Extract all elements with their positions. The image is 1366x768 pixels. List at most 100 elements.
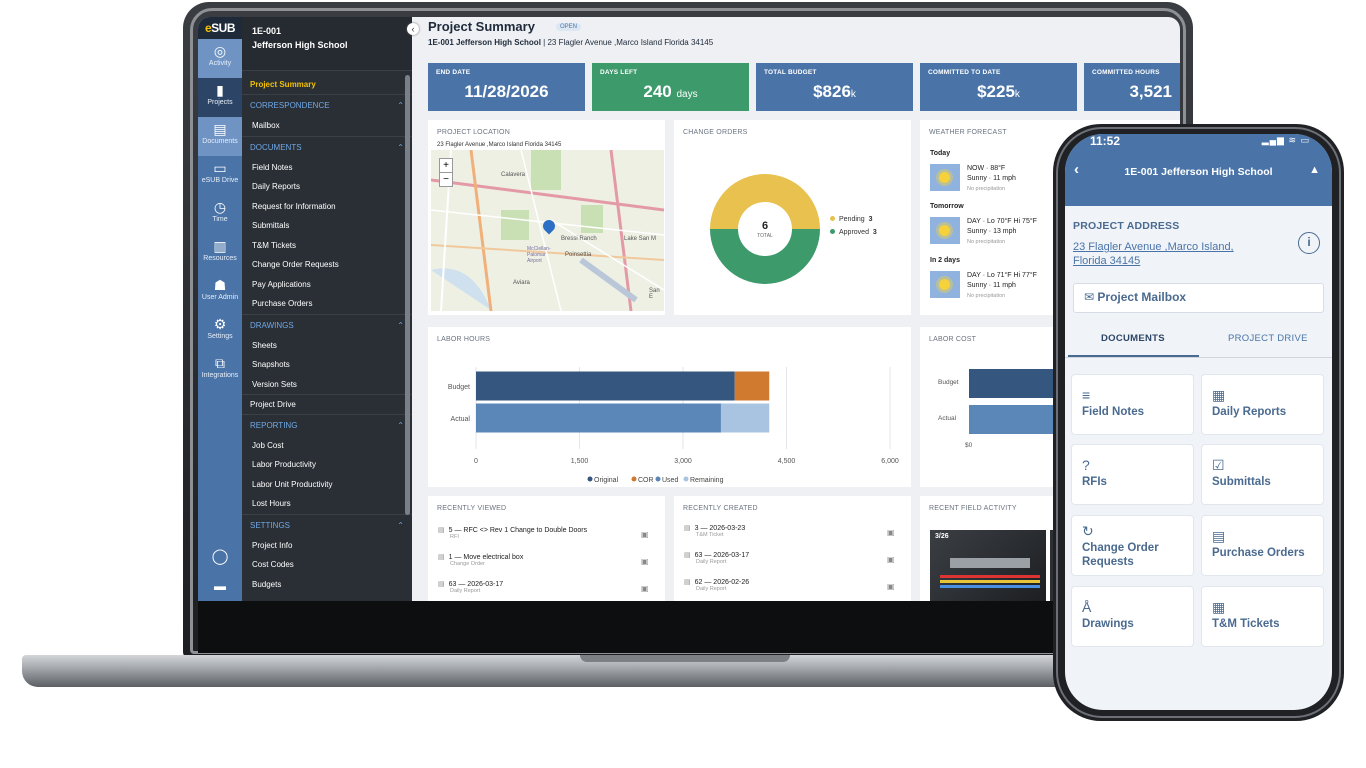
labor-hours-chart[interactable]: 0 1,500 3,000 4,500 6,000 Budget Actual Origina… — [428, 327, 911, 487]
field-photo[interactable]: 3/26 — [930, 530, 1046, 601]
nav-item-submittals[interactable]: Submittals — [242, 216, 412, 236]
bar-original[interactable] — [476, 371, 735, 401]
nav-item-project-summary[interactable]: Project Summary — [242, 71, 412, 94]
zoom-in-button[interactable]: + — [440, 159, 452, 172]
rail-esub-drive[interactable]: ▭ eSUB Drive — [198, 156, 242, 195]
nav-item-sheets[interactable]: Sheets — [242, 336, 412, 356]
collapse-nav-button[interactable]: ‹ — [407, 23, 419, 35]
open-icon[interactable]: ▣ — [887, 528, 895, 537]
nav-section-reporting[interactable]: REPORTING ⌃ — [242, 413, 412, 436]
nav-item-mailbox[interactable]: Mailbox — [242, 116, 412, 136]
project-location-card: PROJECT LOCATION 23 Flagler Avenue ,Marc… — [428, 120, 665, 315]
bar-remaining[interactable] — [720, 403, 770, 433]
bell-icon[interactable]: ▲ — [1309, 164, 1320, 176]
nav-item-purchase-orders[interactable]: Purchase Orders — [242, 294, 412, 314]
nav-section-settings[interactable]: SETTINGS ⌃ — [242, 513, 412, 536]
status-icons: ▂▄▆ ≋ ▭ — [1261, 135, 1310, 145]
nav-item-pay-applications[interactable]: Pay Applications — [242, 275, 412, 295]
rail-resources[interactable]: ▥ Resources — [198, 234, 242, 273]
sun-icon — [930, 217, 960, 244]
nav-item-lost-hours[interactable]: Lost Hours — [242, 494, 412, 514]
map-place-label: Aviara — [513, 280, 530, 286]
nav-item-job-cost[interactable]: Job Cost — [242, 436, 412, 456]
nav-section-correspondence[interactable]: CORRESPONDENCE ⌃ — [242, 94, 412, 116]
map[interactable]: + − Calavera Bressi Ranch Lake San M Poi… — [431, 150, 664, 311]
rail-activity[interactable]: ◎ Activity — [198, 39, 242, 78]
nav-section-documents[interactable]: DOCUMENTS ⌃ — [242, 135, 412, 158]
zoom-out-button[interactable]: − — [440, 172, 452, 186]
tile-field-notes[interactable]: ≡ Field Notes — [1071, 374, 1194, 435]
nav-item-labor-unit-productivity[interactable]: Labor Unit Productivity — [242, 475, 412, 495]
nav-item-version-sets[interactable]: Version Sets — [242, 375, 412, 395]
nav-item-tm-tickets[interactable]: T&M Tickets — [242, 236, 412, 256]
drawings-icon: Å — [1082, 599, 1092, 615]
nav-item-project-info[interactable]: Project Info — [242, 536, 412, 556]
nav-item-field-notes[interactable]: Field Notes — [242, 158, 412, 178]
list-item[interactable]: ▤ 1 — Move electrical box Change Order — [438, 553, 523, 567]
list-item[interactable]: ▤ 62 — 2026-02-26 Daily Report — [684, 578, 749, 592]
document-icon: ▤ — [684, 552, 691, 559]
x-tick-label: 6,000 — [881, 458, 899, 465]
map-place-label: McClellan-Palomar Airport — [527, 246, 551, 264]
tab-project-drive[interactable]: PROJECT DRIVE — [1228, 333, 1308, 344]
tile-daily-reports[interactable]: ▦ Daily Reports — [1201, 374, 1324, 435]
tab-documents[interactable]: DOCUMENTS — [1101, 333, 1165, 344]
open-icon[interactable]: ▣ — [641, 530, 649, 539]
project-name: Jefferson High School — [252, 40, 348, 50]
rail-time[interactable]: ◷ Time — [198, 195, 242, 234]
rail-integrations[interactable]: ⧉ Integrations — [198, 351, 242, 390]
open-icon[interactable]: ▣ — [641, 557, 649, 566]
nav-scrollbar[interactable] — [405, 75, 410, 515]
list-item[interactable]: ▤ 63 — 2026-03-17 Daily Report — [438, 580, 503, 594]
nav-item-snapshots[interactable]: Snapshots — [242, 355, 412, 375]
open-icon[interactable]: ▣ — [887, 582, 895, 591]
tile-submittals[interactable]: ☑ Submittals — [1201, 444, 1324, 505]
tile-purchase-orders[interactable]: ▤ Purchase Orders — [1201, 515, 1324, 576]
map-place-label: Calavera — [501, 172, 526, 178]
tile-rfis[interactable]: ? RFIs — [1071, 444, 1194, 505]
legend-dot — [683, 476, 689, 482]
nav-item-rfi[interactable]: Request for Information — [242, 197, 412, 217]
list-item[interactable]: ▤ 3 — 2026-03-23 T&M Ticket — [684, 524, 745, 538]
info-icon[interactable]: i — [1298, 232, 1320, 254]
weather-tomorrow: DAY · Lo 70°F Hi 75°F Sunny · 13 mph No pr… — [967, 218, 1037, 245]
nav-section-drawings[interactable]: DRAWINGS ⌃ — [242, 313, 412, 336]
legend-pending: Pending 3 — [830, 216, 877, 223]
nav-item-labor-productivity[interactable]: Labor Productivity — [242, 455, 412, 475]
weather-day-label: In 2 days — [930, 257, 960, 264]
rfi-icon: ? — [1082, 457, 1090, 473]
bar-used[interactable] — [476, 403, 721, 433]
nav-item-cost-codes[interactable]: Cost Codes — [242, 555, 412, 575]
rail-settings[interactable]: ⚙ Settings — [198, 312, 242, 351]
chat-icon[interactable]: ▬ — [198, 579, 242, 593]
project-address-link[interactable]: 23 Flagler Avenue ,Marco Island, Florida… — [1073, 240, 1263, 268]
nav-item-budgets[interactable]: Budgets — [242, 575, 412, 595]
rail-documents[interactable]: ▤ Documents — [198, 117, 242, 156]
nav-item-change-order-requests[interactable]: Change Order Requests — [242, 255, 412, 275]
rail-projects[interactable]: ▮ Projects — [198, 78, 242, 117]
list-item[interactable]: ▤ 5 — RFC <> Rev 1 Change to Double Doors… — [438, 526, 587, 540]
change-orders-legend: Pending 3 Approved 3 — [830, 216, 877, 242]
map-place-label: Bressi Ranch — [561, 236, 597, 242]
list-item[interactable]: ▤ 63 — 2026-03-17 Daily Report — [684, 551, 749, 565]
nav-item-daily-reports[interactable]: Daily Reports — [242, 177, 412, 197]
esub-logo[interactable]: eSUB — [198, 17, 242, 39]
open-icon[interactable]: ▣ — [887, 555, 895, 564]
project-mailbox-button[interactable]: ✉ Project Mailbox — [1073, 283, 1324, 313]
tile-drawings[interactable]: Å Drawings — [1071, 586, 1194, 647]
integrations-icon: ⧉ — [215, 355, 225, 371]
open-icon[interactable]: ▣ — [641, 584, 649, 593]
x-tick-label: 3,000 — [674, 458, 692, 465]
profile-icon[interactable]: ◯ — [198, 547, 242, 565]
tile-change-order-requests[interactable]: ↻ Change Order Requests — [1071, 515, 1194, 576]
kpi-end-date: END DATE 11/28/2026 — [428, 63, 585, 111]
laptop-screen: eSUB ◎ Activity ▮ Projects ▤ Documents ▭… — [198, 17, 1180, 601]
bar-cor[interactable] — [734, 371, 770, 401]
tile-tm-tickets[interactable]: ▦ T&M Tickets — [1201, 586, 1324, 647]
change-order-icon: ↻ — [1082, 523, 1094, 539]
donut-total-label: TOTAL — [757, 233, 773, 239]
rail-user-admin[interactable]: ☗ User Admin — [198, 273, 242, 312]
nav-item-project-drive[interactable]: Project Drive — [242, 394, 412, 414]
labor-cost-category-label: Actual — [938, 415, 957, 422]
weather-day-label: Tomorrow — [930, 203, 964, 210]
